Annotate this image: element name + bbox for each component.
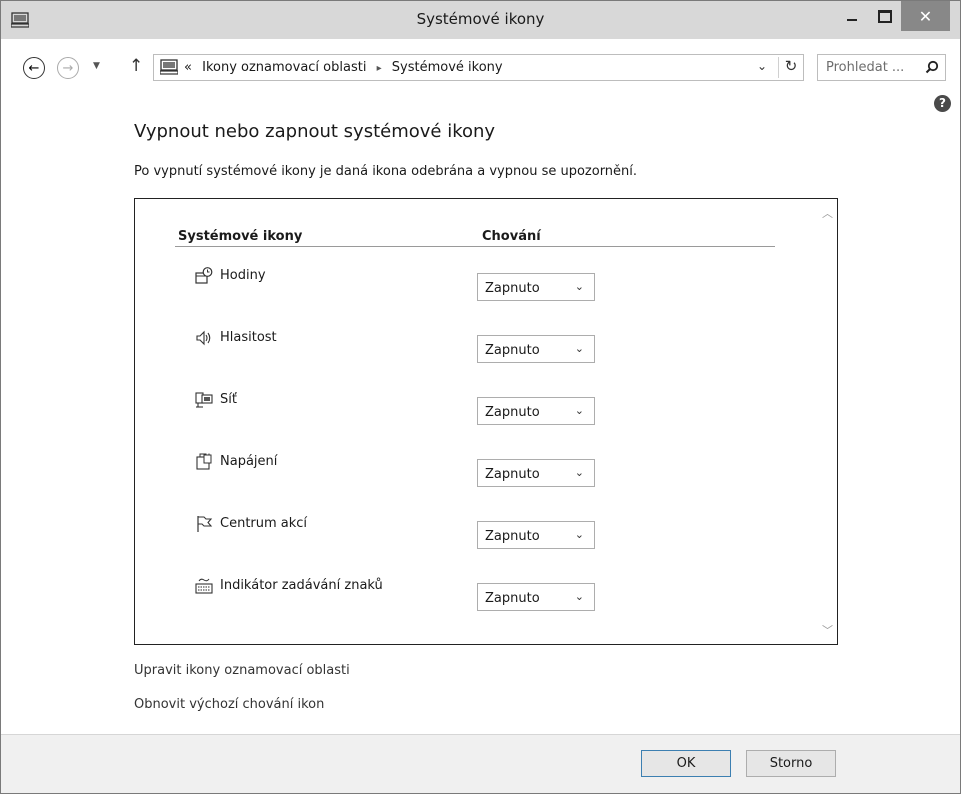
- close-button[interactable]: ✕: [901, 1, 950, 31]
- minimize-icon: [847, 19, 857, 21]
- arrow-right-icon: →: [62, 60, 74, 76]
- list-item-volume: Hlasitost Zapnuto ⌄: [135, 327, 815, 367]
- search-input[interactable]: Prohledat ...: [826, 60, 904, 75]
- refresh-button[interactable]: ↻: [778, 57, 803, 78]
- refresh-icon: ↻: [784, 57, 798, 75]
- behavior-select-clock[interactable]: Zapnuto ⌄: [477, 273, 595, 301]
- column-header-icons: Systémové ikony: [178, 229, 303, 244]
- minimize-button[interactable]: [837, 1, 867, 31]
- header-divider: [175, 246, 775, 247]
- address-bar[interactable]: « Ikony oznamovací oblasti ▸ Systémové i…: [153, 54, 804, 81]
- scroll-down-icon[interactable]: ﹀: [822, 622, 833, 638]
- system-icons-list: Systémové ikony Chování Hodiny Zapnuto ⌄: [134, 198, 838, 645]
- close-icon: ✕: [918, 6, 933, 26]
- list-item-input-indicator: Indikátor zadávání znaků Zapnuto ⌄: [135, 575, 815, 615]
- chevron-down-icon: ▼: [93, 61, 100, 71]
- back-button[interactable]: ←: [23, 57, 45, 79]
- volume-icon: [196, 330, 211, 346]
- restore-default-behavior-link[interactable]: Obnovit výchozí chování ikon: [134, 697, 324, 712]
- behavior-select-volume[interactable]: Zapnuto ⌄: [477, 335, 595, 363]
- select-value: Zapnuto: [485, 343, 540, 358]
- breadcrumb-overflow[interactable]: «: [184, 60, 192, 75]
- list-item-clock: Hodiny Zapnuto ⌄: [135, 265, 815, 305]
- ok-button[interactable]: OK: [641, 750, 731, 777]
- flag-icon: [197, 516, 213, 532]
- list-item-label: Indikátor zadávání znaků: [220, 578, 383, 593]
- forward-button[interactable]: →: [57, 57, 79, 79]
- navigation-bar: ← → ▼ ↑ « Ikony oznamovací oblasti ▸ Sys…: [1, 39, 960, 101]
- cancel-button[interactable]: Storno: [746, 750, 836, 777]
- keyboard-icon: [195, 578, 213, 594]
- window-title: Systémové ikony: [416, 10, 545, 28]
- scrollbar[interactable]: ︿ ﹀: [819, 199, 837, 644]
- behavior-select-power[interactable]: Zapnuto ⌄: [477, 459, 595, 487]
- maximize-icon: [878, 9, 892, 23]
- maximize-button[interactable]: [870, 1, 900, 31]
- behavior-select-action-center[interactable]: Zapnuto ⌄: [477, 521, 595, 549]
- chevron-down-icon: ⌄: [574, 590, 584, 603]
- breadcrumb-item[interactable]: Ikony oznamovací oblasti: [202, 60, 366, 75]
- list-item-action-center: Centrum akcí Zapnuto ⌄: [135, 513, 815, 553]
- list-item-label: Síť: [220, 392, 237, 407]
- breadcrumb-item[interactable]: Systémové ikony: [392, 60, 503, 75]
- list-item-label: Centrum akcí: [220, 516, 308, 531]
- chevron-down-icon: ⌄: [574, 280, 584, 293]
- network-icon: [195, 392, 213, 408]
- chevron-down-icon: ⌄: [574, 528, 584, 541]
- behavior-select-input-indicator[interactable]: Zapnuto ⌄: [477, 583, 595, 611]
- search-icon[interactable]: [925, 60, 939, 74]
- dialog-footer: OK Storno: [1, 734, 960, 793]
- select-value: Zapnuto: [485, 405, 540, 420]
- chevron-down-icon: ⌄: [574, 466, 584, 479]
- window: Systémové ikony ✕ ← → ▼ ↑ « Ikony oznamo…: [0, 0, 961, 794]
- address-dropdown-button[interactable]: ⌄: [757, 59, 767, 73]
- breadcrumb: « Ikony oznamovací oblasti ▸ Systémové i…: [184, 60, 503, 75]
- column-header-behavior: Chování: [482, 229, 541, 244]
- chevron-down-icon: ⌄: [574, 342, 584, 355]
- clock-icon: [195, 267, 213, 284]
- chevron-down-icon: ⌄: [757, 59, 768, 73]
- up-button[interactable]: ↑: [129, 56, 143, 76]
- select-value: Zapnuto: [485, 529, 540, 544]
- behavior-select-network[interactable]: Zapnuto ⌄: [477, 397, 595, 425]
- list-item-label: Hlasitost: [220, 330, 277, 345]
- customize-notification-icons-link[interactable]: Upravit ikony oznamovací oblasti: [134, 663, 350, 678]
- list-item-power: Napájení Zapnuto ⌄: [135, 451, 815, 491]
- page-description: Po vypnutí systémové ikony je daná ikona…: [134, 164, 638, 179]
- list-item-label: Hodiny: [220, 268, 266, 283]
- recent-locations-button[interactable]: ▼: [93, 61, 100, 71]
- page-title: Vypnout nebo zapnout systémové ikony: [134, 121, 496, 142]
- list-item-network: Síť Zapnuto ⌄: [135, 389, 815, 429]
- arrow-up-icon: ↑: [129, 56, 144, 76]
- computer-icon: [160, 59, 178, 75]
- list-item-label: Napájení: [220, 454, 278, 469]
- arrow-left-icon: ←: [28, 60, 40, 76]
- title-bar: Systémové ikony ✕: [1, 1, 960, 39]
- power-icon: [196, 453, 212, 470]
- help-icon[interactable]: ?: [934, 95, 951, 112]
- search-box[interactable]: Prohledat ...: [817, 54, 946, 81]
- scroll-up-icon[interactable]: ︿: [822, 205, 833, 221]
- select-value: Zapnuto: [485, 591, 540, 606]
- select-value: Zapnuto: [485, 281, 540, 296]
- select-value: Zapnuto: [485, 467, 540, 482]
- breadcrumb-separator-icon[interactable]: ▸: [377, 63, 382, 74]
- chevron-down-icon: ⌄: [574, 404, 584, 417]
